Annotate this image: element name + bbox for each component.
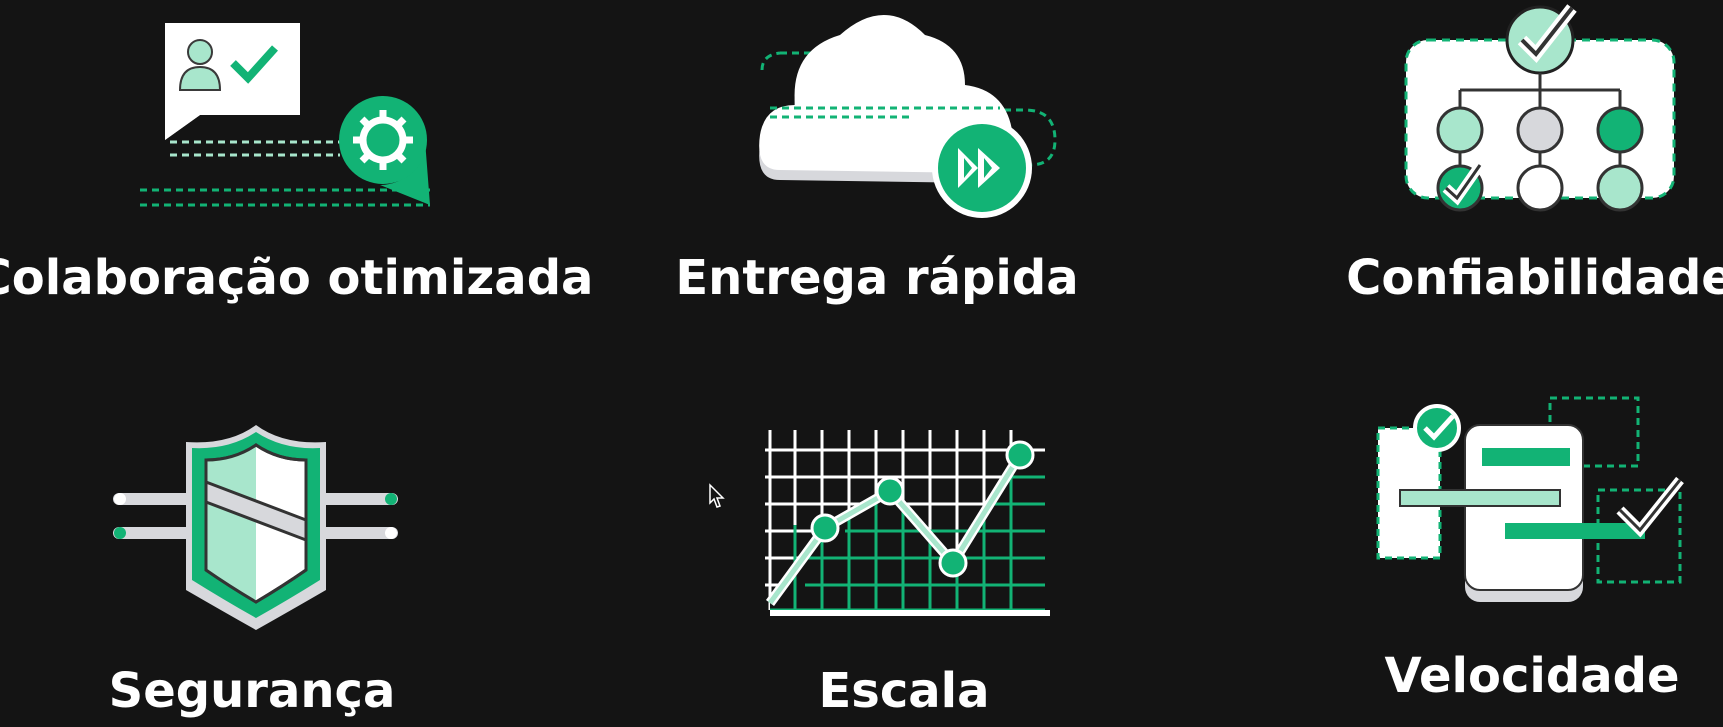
hierarchy-check-icon (1404, 4, 1676, 212)
task-flow-icon (1376, 396, 1684, 602)
mouse-cursor-icon (709, 483, 725, 508)
collaboration-icon (140, 23, 430, 207)
cloud-fast-forward-icon (759, 15, 1057, 218)
feature-label: Colaboração otimizada (0, 250, 594, 306)
feature-label: Velocidade (1384, 648, 1680, 704)
feature-label: Segurança (108, 663, 396, 719)
growth-chart-icon (765, 430, 1050, 616)
shield-icon (113, 425, 398, 630)
feature-label: Confiabilidade (1346, 250, 1723, 306)
feature-label: Escala (818, 663, 990, 719)
feature-label: Entrega rápida (675, 250, 1079, 306)
